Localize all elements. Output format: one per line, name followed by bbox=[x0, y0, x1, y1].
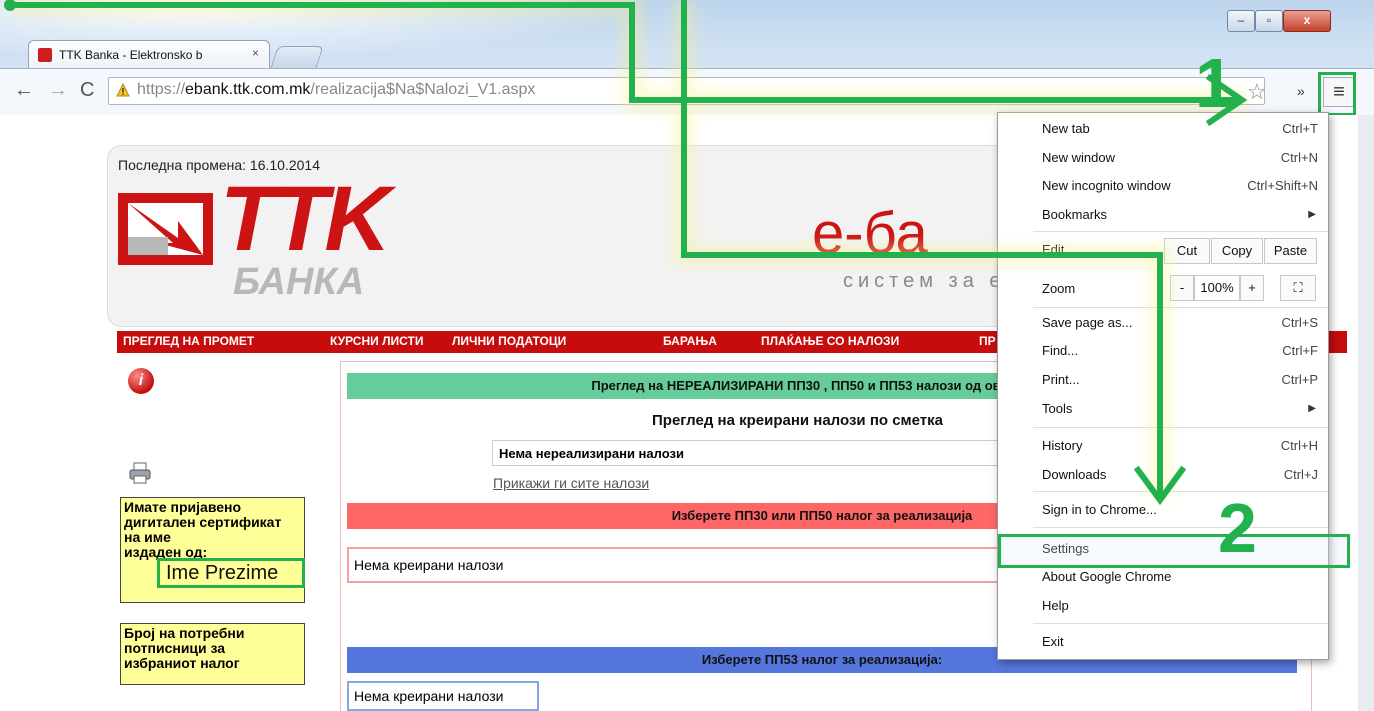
nav-item-plakanje[interactable]: ПЛАЌАЊЕ СО НАЛОЗИ bbox=[761, 334, 899, 348]
menu-item-downloads[interactable]: Downloads bbox=[1042, 467, 1106, 482]
window-minimize-button[interactable]: – bbox=[1227, 10, 1255, 32]
browser-toolbar: ← → C https://ebank.ttk.com.mk/realizaci… bbox=[0, 68, 1374, 115]
menu-item-zoom: Zoom bbox=[1042, 281, 1076, 296]
copy-button[interactable]: Copy bbox=[1211, 238, 1263, 264]
shortcut-print: Ctrl+P bbox=[1281, 372, 1318, 387]
menu-item-edit: Edit bbox=[1042, 242, 1065, 257]
menu-item-sign-in[interactable]: Sign in to Chrome... bbox=[1042, 502, 1157, 517]
step-1-label: 1 bbox=[1195, 44, 1234, 122]
bookmark-star-icon[interactable]: ☆ bbox=[1247, 79, 1267, 105]
chrome-menu: New tab Ctrl+T New window Ctrl+N New inc… bbox=[997, 112, 1350, 660]
url-text: https://ebank.ttk.com.mk/realizacija$Na$… bbox=[137, 81, 536, 98]
certificate-name-highlight: Ime Prezime bbox=[157, 558, 305, 588]
menu-separator bbox=[1033, 231, 1328, 232]
shortcut-incognito: Ctrl+Shift+N bbox=[1247, 178, 1318, 193]
zoom-out-button[interactable]: - bbox=[1170, 275, 1194, 301]
menu-item-new-tab[interactable]: New tab bbox=[1042, 121, 1090, 136]
menu-item-find[interactable]: Find... bbox=[1042, 343, 1078, 358]
lock-warning-icon bbox=[116, 83, 130, 97]
shortcut-downloads: Ctrl+J bbox=[1283, 467, 1318, 482]
menu-separator bbox=[1033, 527, 1328, 528]
show-all-orders-link[interactable]: Прикажи ги сите налози bbox=[493, 475, 649, 491]
menu-item-about[interactable]: About Google Chrome bbox=[1042, 569, 1171, 584]
settings-highlight bbox=[998, 534, 1350, 568]
shortcut-new-window: Ctrl+N bbox=[1280, 150, 1318, 165]
certificate-text: Имате пријавено дигитален сертификат на … bbox=[124, 499, 282, 545]
cut-button[interactable]: Cut bbox=[1164, 238, 1210, 264]
zoom-level: 100% bbox=[1194, 275, 1240, 301]
window-maximize-button[interactable]: ▫ bbox=[1255, 10, 1283, 32]
signers-info-box: Број на потребни потписници за избраниот… bbox=[120, 623, 305, 685]
address-bar[interactable]: https://ebank.ttk.com.mk/realizacija$Na$… bbox=[108, 77, 1265, 105]
shortcut-save-page: Ctrl+S bbox=[1281, 315, 1318, 330]
menu-item-print[interactable]: Print... bbox=[1042, 372, 1080, 387]
menu-item-history[interactable]: History bbox=[1042, 438, 1082, 453]
fullscreen-icon[interactable]: ⛶ bbox=[1280, 275, 1316, 301]
back-arrow-icon[interactable]: ← bbox=[14, 79, 34, 102]
favicon-icon bbox=[38, 48, 52, 62]
submenu-arrow-icon: ▶ bbox=[1308, 403, 1316, 414]
shortcut-new-tab: Ctrl+T bbox=[1282, 121, 1318, 136]
tab-close-icon[interactable]: × bbox=[252, 46, 259, 60]
banka-logo-text: БАНКА bbox=[233, 261, 365, 303]
page-scrollbar[interactable] bbox=[1358, 115, 1374, 711]
nav-item-baranja[interactable]: БАРАЊА bbox=[663, 334, 717, 348]
ebanking-logo-text: е-ба bbox=[812, 201, 928, 266]
forward-arrow-icon[interactable]: → bbox=[48, 79, 68, 102]
new-tab-button[interactable] bbox=[270, 46, 324, 69]
menu-item-new-window[interactable]: New window bbox=[1042, 150, 1115, 165]
nav-item-more[interactable]: ПР bbox=[979, 334, 996, 348]
info-icon[interactable]: i bbox=[128, 368, 154, 394]
ttk-logo-mark-icon bbox=[118, 193, 213, 265]
menu-item-tools[interactable]: Tools bbox=[1042, 401, 1072, 416]
ttk-logo-text: TTK bbox=[220, 168, 391, 270]
menu-separator bbox=[1033, 307, 1328, 308]
menu-separator bbox=[1033, 491, 1328, 492]
no-created-orders-message: Нема креирани налози bbox=[347, 547, 1047, 583]
tab-title: TTK Banka - Elektronsko b bbox=[59, 48, 203, 62]
menu-separator bbox=[1033, 623, 1328, 624]
step-2-label: 2 bbox=[1218, 489, 1257, 567]
paste-button[interactable]: Paste bbox=[1264, 238, 1317, 264]
menu-item-help[interactable]: Help bbox=[1042, 598, 1069, 613]
nav-item-licni[interactable]: ЛИЧНИ ПОДАТОЦИ bbox=[452, 334, 566, 348]
extensions-overflow-icon[interactable]: » bbox=[1297, 83, 1305, 99]
browser-chrome: – ▫ x TTK Banka - Elektronsko b × ← → C … bbox=[0, 0, 1374, 115]
menu-button-highlight bbox=[1318, 72, 1356, 116]
zoom-in-button[interactable]: + bbox=[1240, 275, 1264, 301]
created-orders-title: Преглед на креирани налози по сметка bbox=[652, 412, 943, 429]
reload-icon[interactable]: C bbox=[80, 79, 94, 102]
submenu-arrow-icon: ▶ bbox=[1308, 209, 1316, 220]
menu-item-save-page[interactable]: Save page as... bbox=[1042, 315, 1132, 330]
shortcut-find: Ctrl+F bbox=[1282, 343, 1318, 358]
menu-separator bbox=[1033, 427, 1328, 428]
shortcut-history: Ctrl+H bbox=[1280, 438, 1318, 453]
nav-item-promet[interactable]: ПРЕГЛЕД НА ПРОМЕТ bbox=[123, 334, 254, 348]
menu-item-exit[interactable]: Exit bbox=[1042, 634, 1064, 649]
window-close-button[interactable]: x bbox=[1283, 10, 1331, 32]
menu-item-bookmarks[interactable]: Bookmarks bbox=[1042, 207, 1107, 222]
printer-icon[interactable] bbox=[128, 461, 152, 485]
no-created-pp53-message: Нема креирани налози bbox=[347, 681, 539, 711]
menu-item-incognito[interactable]: New incognito window bbox=[1042, 178, 1171, 193]
browser-tab-active[interactable]: TTK Banka - Elektronsko b × bbox=[28, 40, 270, 69]
nav-item-kursni[interactable]: КУРСНИ ЛИСТИ bbox=[330, 334, 423, 348]
